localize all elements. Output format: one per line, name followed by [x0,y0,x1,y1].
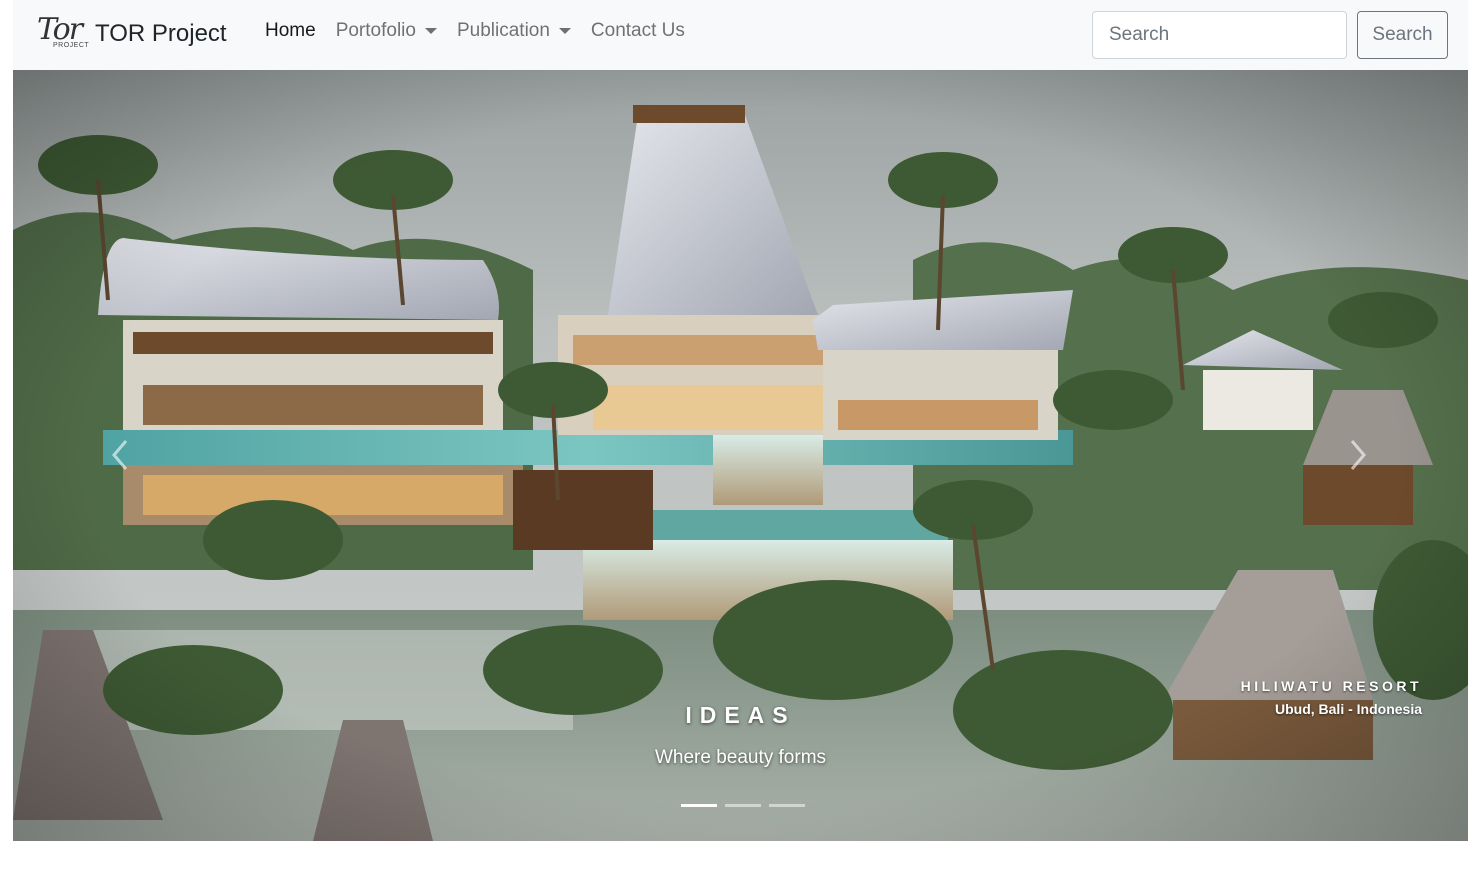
nav-item-contact-us[interactable]: Contact Us [581,20,695,42]
carousel-indicator-2[interactable] [725,804,761,807]
carousel-next-button[interactable] [1343,430,1373,480]
nav-menu: Home Portofolio Publication Contact Us [255,20,695,42]
caret-down-icon [558,28,571,34]
carousel-indicator-1[interactable] [681,804,717,807]
tor-logo: Tor PROJECT [37,12,90,49]
search-button[interactable]: Search [1357,11,1448,59]
nav-item-portofolio[interactable]: Portofolio [326,20,447,42]
brand-title: TOR Project [95,20,227,47]
nav-item-label: Contact Us [590,20,685,41]
nav-item-label: Portofolio [335,20,416,41]
nav-item-publication[interactable]: Publication [447,20,581,42]
caption-title: IDEAS [685,702,796,728]
chevron-left-icon [112,440,128,470]
nav-item-label: Publication [456,20,550,41]
navbar: Tor PROJECT TOR Project Home Portofolio … [13,0,1468,70]
carousel-indicators [677,804,809,807]
project-name-overlay: HILIWATU RESORT [1240,678,1422,694]
nav-item-home[interactable]: Home [255,20,326,42]
chevron-right-icon [1350,440,1366,470]
nav-item-label: Home [265,20,316,41]
caret-down-icon [424,28,437,34]
caption-subtitle: Where beauty forms [654,747,827,768]
carousel-indicator-3[interactable] [769,804,805,807]
brand-link[interactable]: Tor PROJECT TOR Project [35,12,227,54]
search-input[interactable] [1092,11,1347,59]
hero-carousel: HILIWATU RESORT Ubud, Bali - Indonesia I… [13,70,1468,841]
carousel-prev-button[interactable] [105,430,135,480]
